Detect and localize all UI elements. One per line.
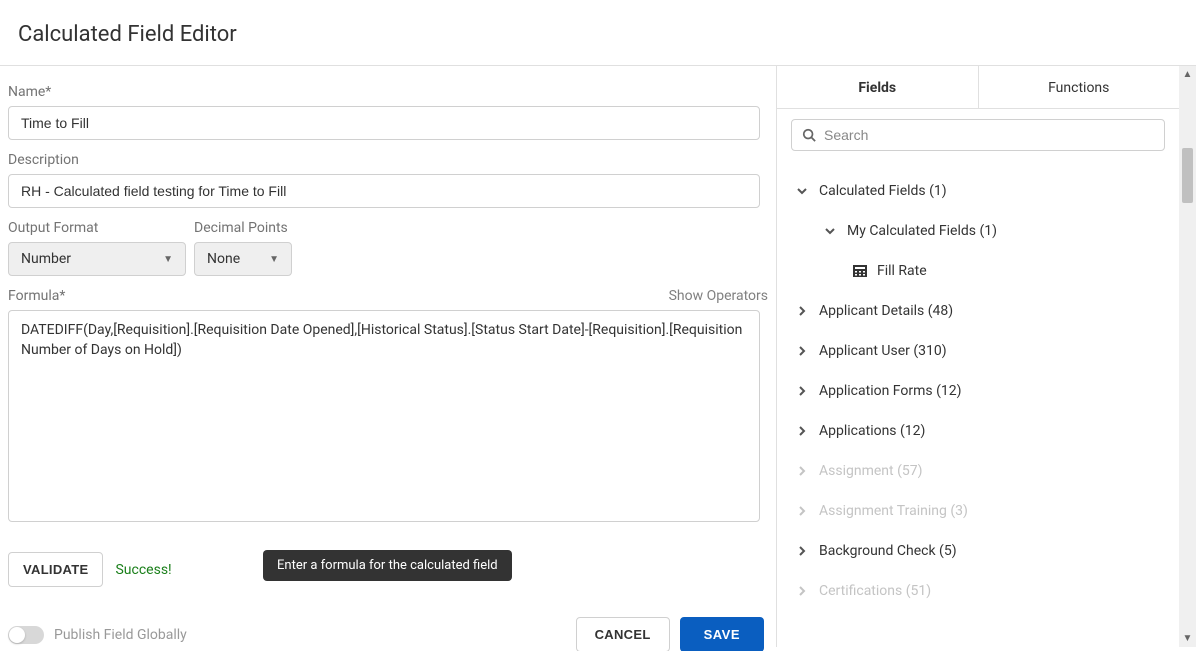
publish-globally-toggle[interactable] xyxy=(8,626,44,644)
cancel-button[interactable]: CANCEL xyxy=(576,617,670,651)
validate-status: Success! xyxy=(115,562,171,578)
fields-tree: Calculated Fields (1) My Calculated Field… xyxy=(777,161,1179,611)
name-input[interactable] xyxy=(8,106,760,140)
tree-item-label: Applicant User (310) xyxy=(819,343,947,359)
toggle-knob xyxy=(9,627,25,643)
calculator-icon xyxy=(853,265,867,277)
tree-item[interactable]: My Calculated Fields (1) xyxy=(783,211,1173,251)
description-label: Description xyxy=(8,152,768,168)
scroll-down-icon[interactable]: ▼ xyxy=(1179,630,1196,647)
tree-item: Assignment (57) xyxy=(783,451,1173,491)
tree-item-label: Assignment (57) xyxy=(819,463,922,479)
description-input[interactable] xyxy=(8,174,760,208)
decimal-points-value: None xyxy=(207,251,240,267)
chevron-right-icon xyxy=(795,465,809,477)
caret-down-icon: ▼ xyxy=(163,254,173,265)
tree-item[interactable]: Calculated Fields (1) xyxy=(783,171,1173,211)
tree-item-label: Fill Rate xyxy=(877,263,927,279)
tab-fields[interactable]: Fields xyxy=(777,66,978,109)
output-format-label: Output Format xyxy=(8,220,186,236)
chevron-right-icon xyxy=(795,585,809,597)
tree-item-label: Background Check (5) xyxy=(819,543,957,559)
search-icon xyxy=(802,128,816,142)
formula-tooltip: Enter a formula for the calculated field xyxy=(263,550,512,581)
tree-item[interactable]: Applicant User (310) xyxy=(783,331,1173,371)
tree-item-label: Calculated Fields (1) xyxy=(819,183,947,199)
search-input[interactable] xyxy=(824,127,1154,143)
chevron-down-icon xyxy=(795,185,809,197)
decimal-points-select[interactable]: None ▼ xyxy=(194,242,292,276)
decimal-points-label: Decimal Points xyxy=(194,220,292,236)
publish-globally-label: Publish Field Globally xyxy=(54,627,187,643)
caret-down-icon: ▼ xyxy=(269,254,279,265)
tree-item: Assignment Training (3) xyxy=(783,491,1173,531)
tab-functions[interactable]: Functions xyxy=(978,66,1180,109)
show-operators-link[interactable]: Show Operators xyxy=(669,288,768,304)
save-button[interactable]: SAVE xyxy=(680,617,764,651)
scroll-up-icon[interactable]: ▲ xyxy=(1179,66,1196,83)
tree-item-label: Certifications (51) xyxy=(819,583,931,599)
tree-item-label: Application Forms (12) xyxy=(819,383,961,399)
tree-item-label: My Calculated Fields (1) xyxy=(847,223,997,239)
tree-item: Certifications (51) xyxy=(783,571,1173,611)
tree-item-label: Assignment Training (3) xyxy=(819,503,968,519)
formula-input[interactable] xyxy=(8,310,760,522)
scrollbar-thumb[interactable] xyxy=(1182,148,1193,203)
name-label: Name* xyxy=(8,84,768,100)
validate-button[interactable]: VALIDATE xyxy=(8,552,103,587)
chevron-right-icon xyxy=(795,425,809,437)
tree-item[interactable]: Background Check (5) xyxy=(783,531,1173,571)
scrollbar[interactable]: ▲ ▼ xyxy=(1179,66,1196,647)
chevron-right-icon xyxy=(795,345,809,357)
tree-item[interactable]: Application Forms (12) xyxy=(783,371,1173,411)
formula-label: Formula* xyxy=(8,288,65,304)
tree-item[interactable]: Fill Rate xyxy=(783,251,1173,291)
chevron-right-icon xyxy=(795,385,809,397)
chevron-right-icon xyxy=(795,545,809,557)
tree-item[interactable]: Applicant Details (48) xyxy=(783,291,1173,331)
search-box[interactable] xyxy=(791,119,1165,151)
tree-item[interactable]: Applications (12) xyxy=(783,411,1173,451)
tree-item-label: Applicant Details (48) xyxy=(819,303,953,319)
output-format-value: Number xyxy=(21,251,71,267)
chevron-right-icon xyxy=(795,505,809,517)
chevron-right-icon xyxy=(795,305,809,317)
tree-item-label: Applications (12) xyxy=(819,423,925,439)
chevron-down-icon xyxy=(823,225,837,237)
output-format-select[interactable]: Number ▼ xyxy=(8,242,186,276)
page-title: Calculated Field Editor xyxy=(18,22,1178,47)
